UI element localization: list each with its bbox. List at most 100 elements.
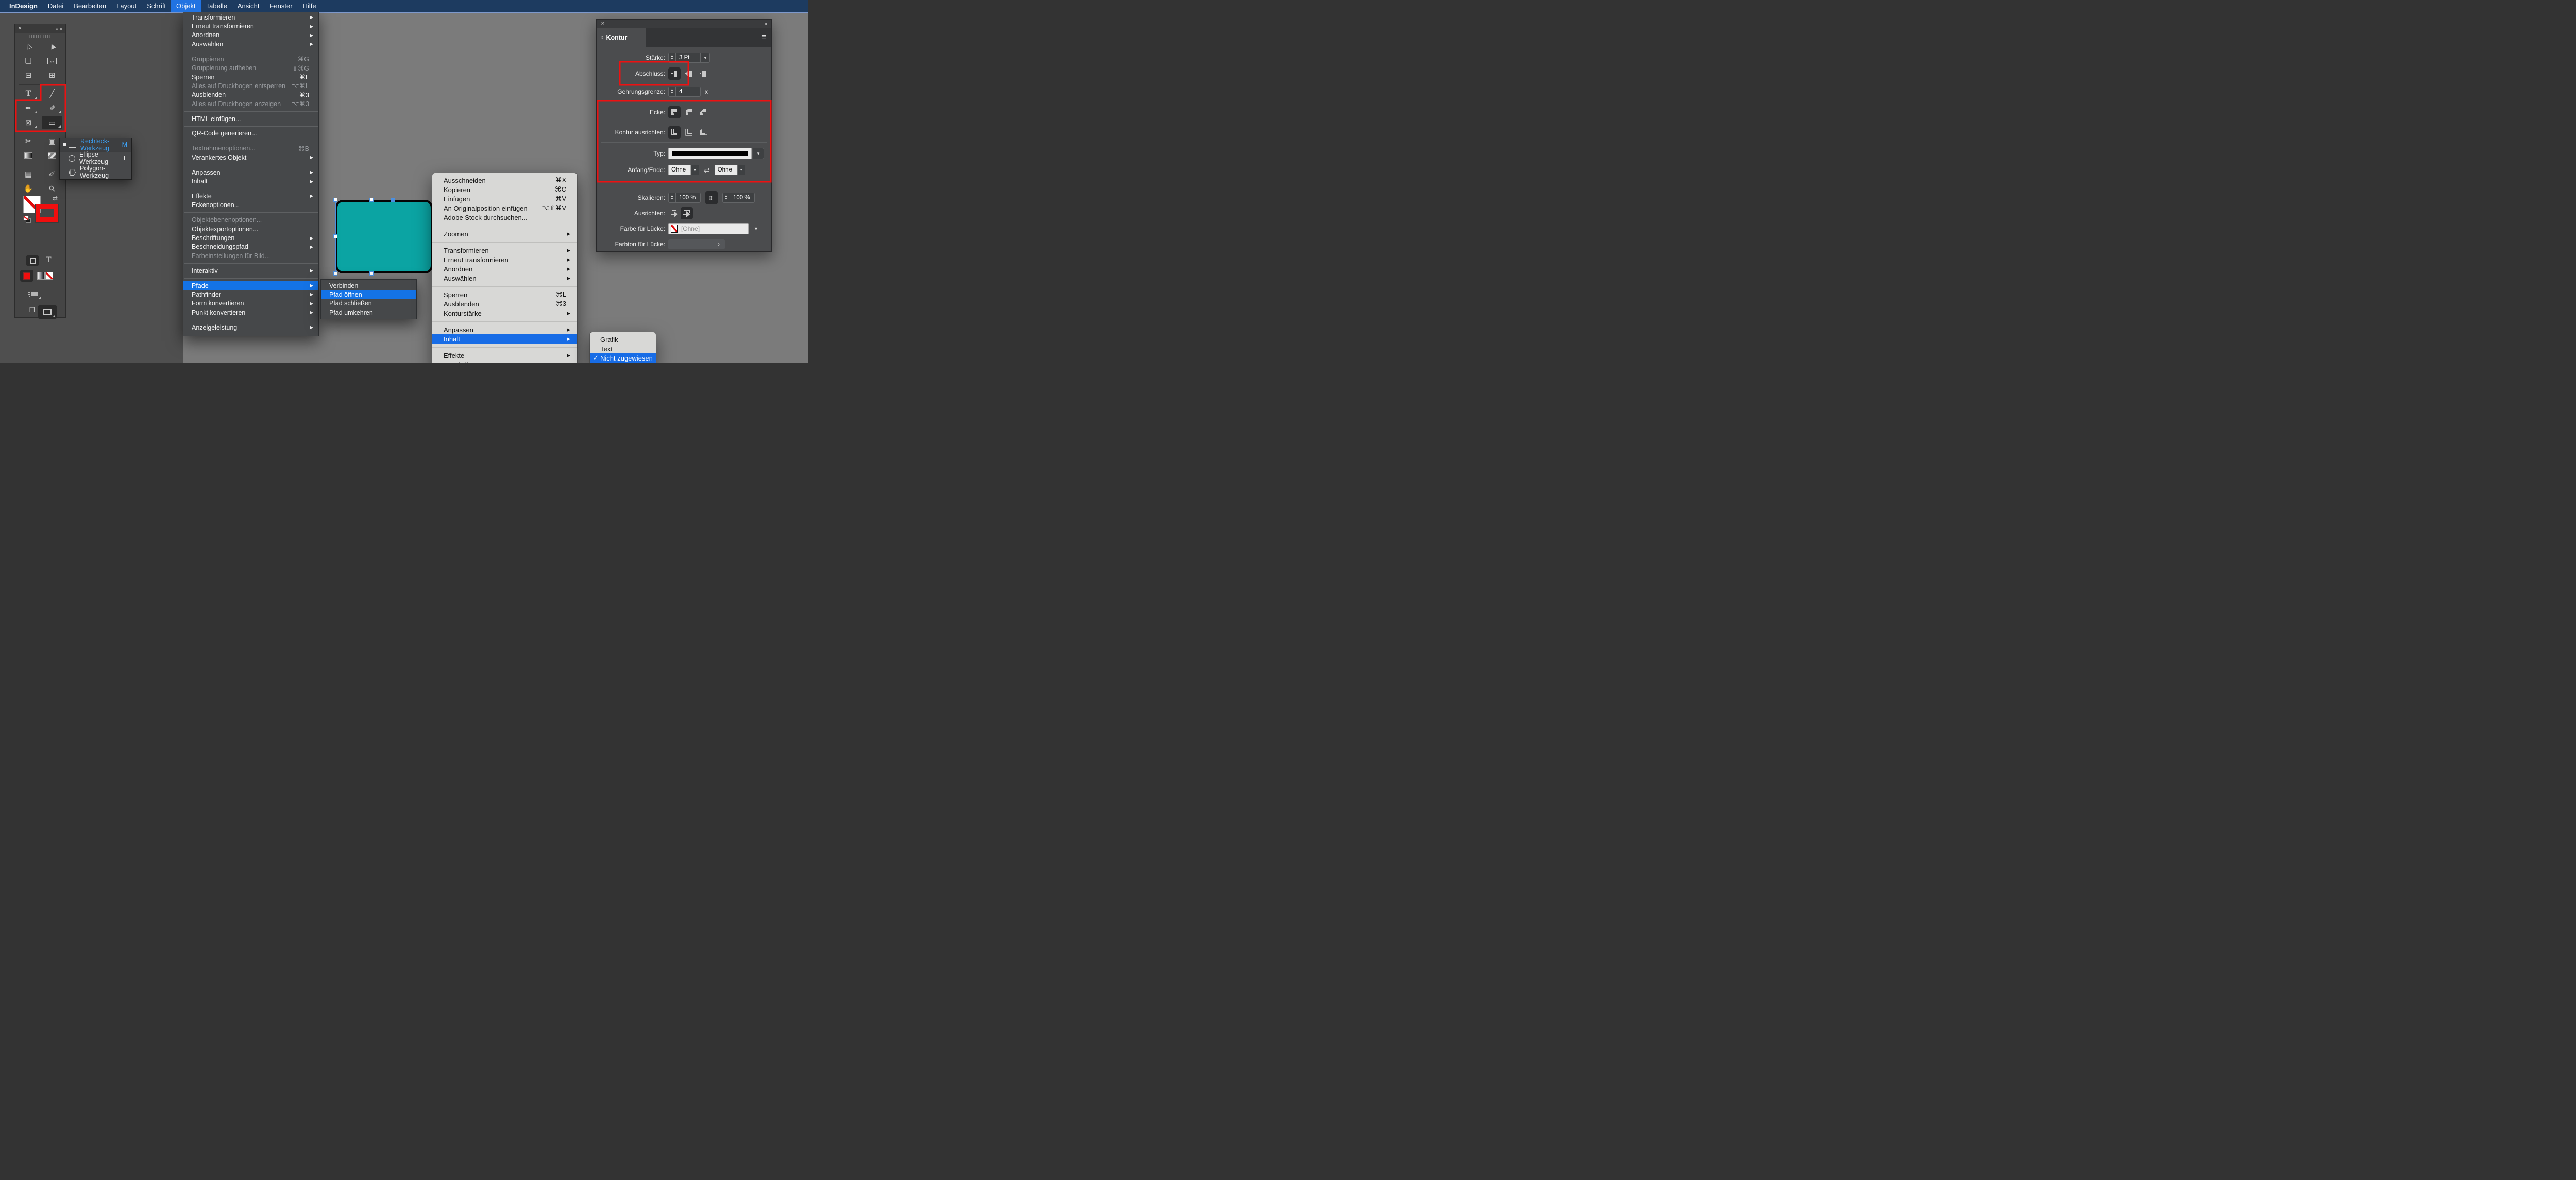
gehrungsgrenze-field[interactable]: 4 [676, 87, 701, 97]
ctx-item-transformieren[interactable]: Transformieren ▶ [432, 246, 577, 255]
collapse-icon[interactable]: « « [56, 26, 62, 31]
menu-hilfe[interactable]: Hilfe [298, 0, 321, 12]
ctx-item-anordnen[interactable]: Anordnen ▶ [432, 264, 577, 273]
selection-handle-selected-anchor[interactable] [391, 198, 395, 202]
menu-datei[interactable]: Datei [43, 0, 69, 12]
ctx-item-erneut-transformieren[interactable]: Erneut transformieren ▶ [432, 255, 577, 264]
skalieren-x-field[interactable]: 100 % [676, 193, 701, 203]
align-arrow-start-button[interactable] [668, 207, 681, 219]
selection-handle-bottom-left[interactable] [333, 271, 337, 276]
menu-item-transformieren[interactable]: Transformieren ▶ [183, 13, 318, 22]
menu-item-erneut-transformieren[interactable]: Erneut transformieren ▶ [183, 22, 318, 30]
gradient-tool[interactable] [16, 148, 40, 163]
skalieren-y-stepper[interactable]: ▲▼ [722, 193, 730, 203]
ctx-item-adobe-stock[interactable]: Adobe Stock durchsuchen... [432, 213, 577, 222]
stroke-type-dropdown[interactable]: ▼ [753, 148, 764, 159]
menu-item[interactable] [183, 317, 318, 323]
menu-item-objektexportoptionen[interactable]: Objektexportoptionen... [183, 225, 318, 233]
menu-item-beschneidungspfad[interactable]: Beschneidungspfad ▶ [183, 243, 318, 251]
type-tool[interactable]: T [16, 87, 40, 101]
menu-layout[interactable]: Layout [111, 0, 142, 12]
note-tool[interactable]: ▤ [16, 167, 40, 181]
gehrungsgrenze-stepper[interactable]: ▲▼ [668, 87, 676, 97]
hand-tool[interactable]: ✋ [16, 181, 40, 196]
skalieren-x-stepper[interactable]: ▲▼ [668, 193, 676, 203]
submenu-item-nicht-zugewiesen[interactable]: ✓ Nicht zugewiesen [590, 353, 656, 363]
scissors-tool[interactable]: ✂ [16, 134, 40, 148]
ctx-item-ausblenden[interactable]: Ausblenden ⌘3 [432, 299, 577, 309]
submenu-item-pfad-schliessen[interactable]: Pfad schließen [321, 299, 416, 308]
close-icon[interactable]: ✕ [18, 26, 22, 31]
menu-item-interaktiv[interactable]: Interaktiv ▶ [183, 266, 318, 275]
menu-item-anordnen[interactable]: Anordnen ▶ [183, 31, 318, 40]
menu-item[interactable] [183, 138, 318, 144]
anfang-dropdown[interactable]: Ohne [668, 165, 691, 175]
direct-selection-tool[interactable]: ▷ [16, 39, 40, 54]
ctx-item-an-originalposition[interactable]: An Originalposition einfügen ⌥⇧⌘V [432, 203, 577, 213]
gap-tint-control[interactable]: › [668, 239, 725, 249]
menu-item-punkt-konvertieren[interactable]: Punkt konvertieren ▶ [183, 308, 318, 317]
apply-none-button[interactable] [45, 272, 53, 280]
selection-handle-left-mid[interactable] [333, 234, 337, 238]
menu-item-gruppierung-aufheben[interactable]: Gruppierung aufheben ⇧⌘G [183, 63, 318, 72]
menu-tabelle[interactable]: Tabelle [201, 0, 232, 12]
ctx-item-zoomen[interactable]: Zoomen ▶ [432, 229, 577, 238]
content-placer-tool[interactable]: ⊞ [40, 68, 64, 82]
join-bevel-button[interactable] [697, 106, 709, 118]
formatting-affects-container-button[interactable] [26, 255, 39, 266]
staerke-field[interactable]: 3 Pt [676, 53, 701, 63]
menu-fenster[interactable]: Fenster [264, 0, 297, 12]
page-tool[interactable]: ❏ [16, 54, 40, 68]
menu-item[interactable] [183, 49, 318, 55]
panel-menu-icon[interactable]: ≡ [761, 32, 766, 41]
menu-item-beschriftungen[interactable]: Beschriftungen ▶ [183, 233, 318, 242]
flyout-item-rechteck-werkzeug[interactable]: Rechteck-Werkzeug M [60, 138, 131, 152]
menu-item-html-einfuegen[interactable]: HTML einfügen... [183, 114, 318, 123]
staerke-stepper[interactable]: ▲▼ [668, 53, 676, 63]
menu-objekt[interactable]: Objekt [171, 0, 201, 12]
flyout-item-ellipse-werkzeug[interactable]: Ellipse-Werkzeug L [60, 152, 131, 166]
context-menu-item[interactable] [432, 283, 577, 290]
ctx-item-inhalt[interactable]: Inhalt ▶ [432, 334, 577, 344]
tab-kontur[interactable]: ▲▼ Kontur [597, 28, 646, 47]
selection-handle-top-left[interactable] [333, 198, 337, 202]
menu-item-effekte[interactable]: Effekte ▶ [183, 192, 318, 200]
context-menu-item[interactable] [432, 344, 577, 351]
menu-item-farbeinstellungen[interactable]: Farbeinstellungen für Bild... [183, 251, 318, 260]
screen-mode-icon[interactable]: ❐ [29, 306, 35, 314]
close-icon[interactable]: ✕ [601, 21, 605, 27]
pen-tool[interactable]: ✒ [16, 101, 40, 115]
tool-button[interactable] [16, 82, 64, 87]
menu-item-ausblenden[interactable]: Ausblenden ⌘3 [183, 91, 318, 99]
tool-button[interactable] [16, 130, 64, 134]
join-miter-button[interactable] [668, 106, 681, 118]
menu-item-alles-entsperren[interactable]: Alles auf Druckbogen entsperren ⌥⌘L [183, 81, 318, 90]
join-round-button[interactable] [683, 106, 695, 118]
context-menu-item[interactable] [432, 318, 577, 325]
cap-butt-button[interactable] [668, 67, 681, 80]
submenu-item-pfad-oeffnen[interactable]: Pfad öffnen [321, 290, 416, 299]
menu-item-anzeigeleistung[interactable]: Anzeigeleistung ▶ [183, 323, 318, 332]
selection-handle-top-mid[interactable] [369, 198, 374, 202]
menu-item-anpassen[interactable]: Anpassen ▶ [183, 168, 318, 177]
swap-fill-stroke-icon[interactable]: ⇄ [53, 195, 58, 202]
context-menu-item[interactable] [432, 238, 577, 246]
submenu-item-verbinden[interactable]: Verbinden [321, 281, 416, 290]
skalieren-y-field[interactable]: 100 % [730, 193, 755, 203]
menu-item-qr-code[interactable]: QR-Code generieren... [183, 129, 318, 138]
selection-handle-bottom-mid[interactable] [369, 271, 374, 276]
menu-item[interactable] [183, 123, 318, 129]
menu-item[interactable] [183, 260, 318, 266]
frame-tool[interactable]: ⊠ [16, 115, 40, 130]
menu-item-sperren[interactable]: Sperren ⌘L [183, 73, 318, 81]
ctx-item-anpassen[interactable]: Anpassen ▶ [432, 325, 577, 334]
menu-bearbeiten[interactable]: Bearbeiten [69, 0, 111, 12]
gap-tool[interactable]: ↔ [40, 54, 64, 68]
default-fill-stroke-icon[interactable] [23, 216, 31, 223]
menu-item-alles-anzeigen[interactable]: Alles auf Druckbogen anzeigen ⌥⌘3 [183, 99, 318, 108]
menu-item[interactable] [183, 108, 318, 114]
zoom-tool[interactable]: ⚲ [40, 181, 64, 196]
align-arrow-end-button[interactable] [681, 207, 693, 219]
ctx-item-sperren[interactable]: Sperren ⌘L [432, 290, 577, 299]
link-scale-button[interactable]: ∞ [705, 191, 718, 204]
